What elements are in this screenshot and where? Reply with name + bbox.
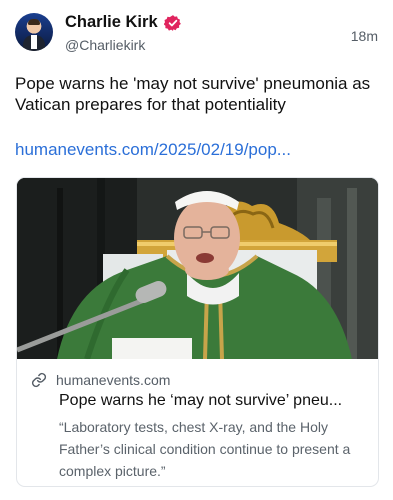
author-name-row: Charlie Kirk xyxy=(65,13,182,32)
card-description: “Laboratory tests, chest X-ray, and the … xyxy=(59,419,351,479)
verified-badge-icon xyxy=(163,14,181,31)
link-preview-card[interactable]: humanevents.com Pope warns he ‘may not s… xyxy=(16,177,379,487)
author-name[interactable]: Charlie Kirk xyxy=(65,13,158,32)
author-handle[interactable]: @Charliekirk xyxy=(65,37,145,53)
avatar[interactable] xyxy=(15,13,53,51)
card-domain-row: humanevents.com xyxy=(31,372,170,388)
avatar-shirt xyxy=(31,35,37,49)
card-meta: humanevents.com Pope warns he ‘may not s… xyxy=(17,359,378,486)
avatar-hair xyxy=(28,19,40,25)
post-text: Pope warns he 'may not survive' pneumoni… xyxy=(15,74,371,114)
card-title: Pope warns he ‘may not survive’ pneu... xyxy=(59,392,343,409)
link-icon xyxy=(31,372,47,388)
card-thumbnail-image xyxy=(17,178,378,359)
card-domain: humanevents.com xyxy=(56,372,171,388)
post-link[interactable]: humanevents.com/2025/02/19/pop... xyxy=(15,140,291,160)
post-header: Charlie Kirk @Charliekirk 18m xyxy=(15,13,378,55)
post-timestamp: 18m xyxy=(350,28,378,44)
